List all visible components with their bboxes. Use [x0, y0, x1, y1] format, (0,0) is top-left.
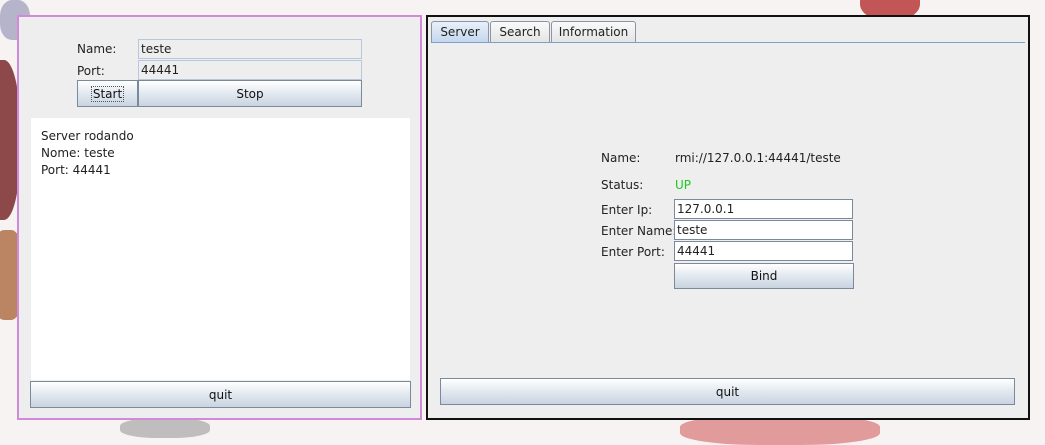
enter-port-label: Enter Port: [601, 245, 665, 259]
tab-information[interactable]: Information [551, 21, 636, 42]
bind-button[interactable]: Bind [674, 263, 854, 289]
enter-name-field[interactable] [674, 220, 853, 240]
name-label: Name: [601, 151, 641, 165]
stop-button[interactable]: Stop [138, 80, 362, 107]
enter-name-label: Enter Name: [601, 224, 677, 238]
start-button[interactable]: Start [77, 80, 138, 107]
quit-button[interactable]: quit [30, 381, 411, 408]
rmi-name-value: rmi://127.0.0.1:44441/teste [675, 151, 841, 165]
log-line: Nome: teste [41, 146, 115, 160]
status-value: UP [675, 178, 692, 192]
wallpaper-shape [120, 418, 210, 438]
stop-button-label: Stop [236, 86, 264, 101]
port-field[interactable] [138, 60, 362, 80]
tab-search[interactable]: Search [490, 21, 550, 42]
port-label: Port: [77, 64, 105, 78]
enter-ip-label: Enter Ip: [601, 203, 653, 217]
enter-port-field[interactable] [674, 241, 853, 261]
quit-button-label: quit [715, 384, 740, 399]
tab-divider [431, 42, 1025, 43]
quit-button-label: quit [208, 387, 233, 402]
status-label: Status: [601, 178, 644, 192]
tab-server[interactable]: Server [431, 21, 489, 43]
log-line: Server rodando [41, 129, 134, 143]
rmi-bind-window: Server Search Information Name: rmi://12… [426, 15, 1030, 420]
name-label: Name: [77, 42, 117, 56]
bind-button-label: Bind [750, 269, 778, 283]
start-button-label: Start [90, 85, 125, 102]
name-field[interactable] [138, 39, 362, 59]
ip-field[interactable] [674, 199, 853, 219]
log-line: Port: 44441 [41, 163, 111, 177]
server-log-area[interactable]: Server rodando Nome: teste Port: 44441 [31, 118, 410, 380]
quit-button[interactable]: quit [440, 378, 1015, 405]
server-control-window: Name: Port: Start Stop Server rodando No… [17, 15, 422, 420]
